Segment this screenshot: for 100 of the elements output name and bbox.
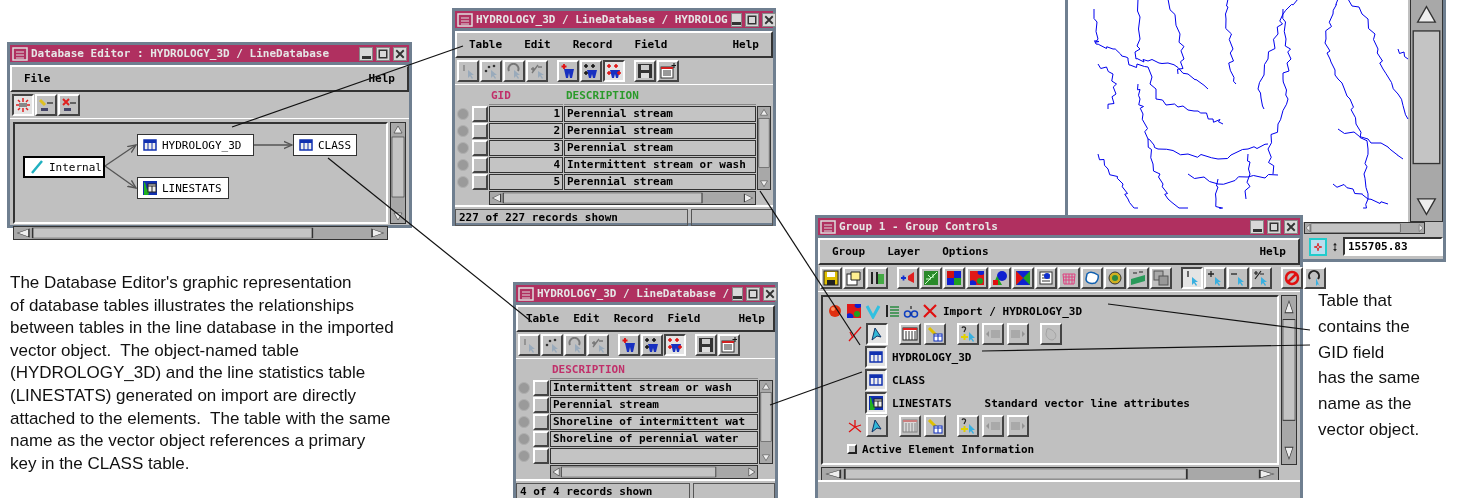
- vertical-scrollbar[interactable]: [390, 122, 406, 224]
- checkbox[interactable]: [847, 444, 857, 454]
- markers-button[interactable]: [641, 334, 663, 356]
- table-name[interactable]: LINESTATS: [890, 396, 954, 410]
- outline-button[interactable]: [1081, 267, 1103, 289]
- undo-button[interactable]: [1304, 267, 1326, 289]
- marker-button[interactable]: [618, 334, 640, 356]
- maximize-button[interactable]: [744, 12, 759, 27]
- menu-item[interactable]: Help: [366, 71, 397, 86]
- puzzle-button[interactable]: [966, 267, 988, 289]
- menu-item[interactable]: Table: [524, 311, 562, 326]
- arrows-button[interactable]: [12, 94, 34, 116]
- layer-name[interactable]: Import / HYDROLOGY_3D: [941, 304, 1085, 318]
- row-select-button[interactable]: [533, 448, 549, 464]
- menu-item[interactable]: Help: [1257, 244, 1288, 259]
- floppy-disk-button[interactable]: [634, 60, 656, 82]
- table-name[interactable]: CLASS: [890, 373, 928, 387]
- add-layer-button[interactable]: [897, 267, 919, 289]
- marker-group-button[interactable]: [603, 60, 625, 82]
- vertical-scrollbar[interactable]: [1281, 295, 1297, 465]
- pointer-undo-button[interactable]: [564, 334, 586, 356]
- menu-item[interactable]: Field: [632, 37, 670, 52]
- row-select-button[interactable]: [533, 414, 549, 430]
- table-name[interactable]: HYDROLOGY_3D: [890, 350, 974, 364]
- horizontal-scrollbar[interactable]: [821, 467, 1279, 481]
- menu-item[interactable]: File: [22, 71, 53, 86]
- pointer-button[interactable]: [1181, 267, 1203, 289]
- horizontal-scrollbar[interactable]: [1304, 222, 1425, 234]
- form-button[interactable]: [657, 60, 679, 82]
- table-node[interactable]: Internal: [23, 156, 105, 178]
- menu-item[interactable]: Record: [611, 311, 656, 326]
- close-button[interactable]: [1284, 219, 1298, 234]
- query-pointer-button[interactable]: [957, 415, 979, 437]
- minimize-button[interactable]: [359, 46, 373, 61]
- coordinate-field[interactable]: 155705.83: [1343, 237, 1443, 256]
- close-button[interactable]: [393, 46, 407, 61]
- triangles-button[interactable]: [1012, 267, 1034, 289]
- menu-item[interactable]: Help: [730, 37, 761, 52]
- query-pointer-button[interactable]: [957, 323, 979, 345]
- color-grid-button[interactable]: [943, 267, 965, 289]
- pointer-toggle-button[interactable]: [526, 60, 548, 82]
- horizontal-scrollbar[interactable]: [489, 191, 756, 205]
- horizontal-scrollbar[interactable]: [550, 465, 758, 479]
- maximize-button[interactable]: [1267, 219, 1281, 234]
- menu-item[interactable]: Table: [467, 37, 505, 52]
- pointer-plus-button[interactable]: [1204, 267, 1226, 289]
- shapes-button[interactable]: [989, 267, 1011, 289]
- row-select-button[interactable]: [533, 431, 549, 447]
- row-select-button[interactable]: [533, 380, 549, 396]
- menu-item[interactable]: Record: [570, 37, 615, 52]
- menu-item[interactable]: Edit: [522, 37, 553, 52]
- minimize-button[interactable]: [732, 286, 744, 301]
- row-select-button[interactable]: [472, 157, 488, 173]
- table-node[interactable]: HYDROLOGY_3D: [137, 134, 254, 156]
- horizontal-scrollbar[interactable]: [13, 226, 388, 240]
- close-button[interactable]: [761, 12, 776, 27]
- leaf-button[interactable]: [920, 267, 942, 289]
- stats-table-button[interactable]: [865, 392, 887, 414]
- prohibition-button[interactable]: [1281, 267, 1303, 289]
- pointer-toggle-button[interactable]: [1250, 267, 1272, 289]
- form-button[interactable]: [718, 334, 740, 356]
- menu-item[interactable]: Layer: [885, 244, 923, 259]
- menu-item[interactable]: Help: [736, 311, 767, 326]
- arrow-cursor-button[interactable]: [866, 323, 888, 345]
- maximize-button[interactable]: [746, 286, 761, 301]
- table-node[interactable]: LINESTATS: [137, 177, 229, 199]
- chart-card-button[interactable]: [1127, 267, 1149, 289]
- mesh-button[interactable]: [1058, 267, 1080, 289]
- table-button[interactable]: [865, 369, 887, 391]
- table-node[interactable]: CLASS: [293, 134, 357, 156]
- minimize-button[interactable]: [730, 12, 742, 27]
- menu-item[interactable]: Group: [830, 244, 868, 259]
- vertical-scrollbar[interactable]: [757, 106, 771, 190]
- marker-group-button[interactable]: [664, 334, 686, 356]
- pointer-dots-button[interactable]: [480, 60, 502, 82]
- markers-button[interactable]: [580, 60, 602, 82]
- close-button[interactable]: [763, 286, 778, 301]
- row-select-button[interactable]: [472, 140, 488, 156]
- vertical-scrollbar[interactable]: [1410, 0, 1443, 222]
- tools-button[interactable]: [866, 267, 888, 289]
- row-select-button[interactable]: [533, 397, 549, 413]
- menu-item[interactable]: Options: [940, 244, 991, 259]
- folder-button[interactable]: [843, 267, 865, 289]
- maximize-button[interactable]: [376, 46, 390, 61]
- crosshair-button[interactable]: [1309, 237, 1327, 256]
- menu-item[interactable]: Edit: [571, 311, 602, 326]
- minimize-button[interactable]: [1250, 219, 1264, 234]
- copy-button[interactable]: [1150, 267, 1172, 289]
- table-button[interactable]: [865, 346, 887, 368]
- pointer-undo-button[interactable]: [503, 60, 525, 82]
- pointer-dots-button[interactable]: [541, 334, 563, 356]
- gear-button[interactable]: [1104, 267, 1126, 289]
- floppy-disk-button[interactable]: [820, 267, 842, 289]
- menu-item[interactable]: Field: [665, 311, 703, 326]
- key-link-button[interactable]: [35, 94, 57, 116]
- highlight-table-button[interactable]: [924, 323, 946, 345]
- vertical-scrollbar[interactable]: [759, 380, 773, 464]
- marker-button[interactable]: [557, 60, 579, 82]
- pointer-minus-button[interactable]: [1227, 267, 1249, 289]
- pin-document-button[interactable]: [1035, 267, 1057, 289]
